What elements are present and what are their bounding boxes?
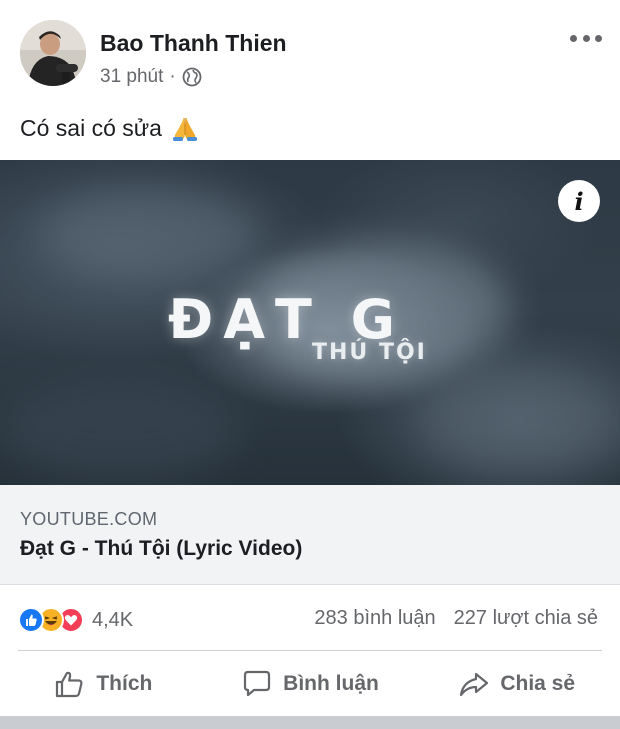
share-label: Chia sẻ [500,672,576,695]
link-preview[interactable]: ĐẠT G THÚ TỘI i YOUTUBE.COM Đạt G - Thú … [0,160,620,585]
thumbnail-subtitle: THÚ TỘI [312,340,427,365]
heart-icon [64,615,78,626]
more-options-button[interactable] [570,28,602,48]
reactions-summary[interactable]: 4,4K [18,607,133,633]
author-name[interactable]: Bao Thanh Thien [100,30,287,57]
thumbs-up-icon [26,614,37,626]
post-time[interactable]: 31 phút [100,66,163,88]
meta-separator: · [169,66,176,87]
comment-button[interactable]: Bình luận [207,652,414,716]
like-label: Thích [96,672,153,695]
folded-hands-emoji-icon [172,117,197,141]
avatar-photo [20,20,86,86]
reaction-count: 4,4K [92,608,134,631]
share-arrow-icon [460,672,489,697]
comment-bubble-icon [244,670,271,697]
post-header: Bao Thanh Thien 31 phút · [0,0,620,100]
link-meta[interactable]: YOUTUBE.COM Đạt G - Thú Tội (Lyric Video… [0,485,620,585]
post-stats: 4,4K 283 bình luận 227 lượt chia sẻ [0,595,620,643]
cloud-shape [420,370,620,470]
post-caption: Có sai có sửa [20,113,200,143]
caption-text: Có sai có sửa [20,114,162,141]
more-dot-icon [570,34,577,42]
more-dot-icon [582,34,590,42]
cloud-shape [0,380,240,480]
like-reaction-icon [18,607,44,633]
action-bar: Thích Bình luận Chia sẻ [0,652,620,716]
engagement-counts: 283 bình luận 227 lượt chia sẻ [314,607,598,630]
feed-separator [0,716,620,729]
feed-post: Bao Thanh Thien 31 phút · Có sai có sửa [0,0,620,729]
author-avatar[interactable] [20,20,86,86]
info-button[interactable]: i [558,180,600,222]
link-title: Đạt G - Thú Tội (Lyric Video) [20,537,303,560]
like-button[interactable]: Thích [0,652,207,716]
action-divider [18,650,602,651]
share-button[interactable]: Chia sẻ [413,652,620,716]
thumbs-up-outline-icon [56,671,83,698]
comment-label: Bình luận [283,672,379,695]
link-thumbnail[interactable]: ĐẠT G THÚ TỘI i [0,160,620,485]
post-meta: 31 phút · [100,66,202,88]
link-domain: YOUTUBE.COM [20,509,158,529]
share-count[interactable]: 227 lượt chia sẻ [454,607,598,630]
cloud-shape [40,190,260,280]
comment-count[interactable]: 283 bình luận [314,607,435,630]
more-dot-icon [595,34,602,42]
globe-icon [182,67,202,87]
